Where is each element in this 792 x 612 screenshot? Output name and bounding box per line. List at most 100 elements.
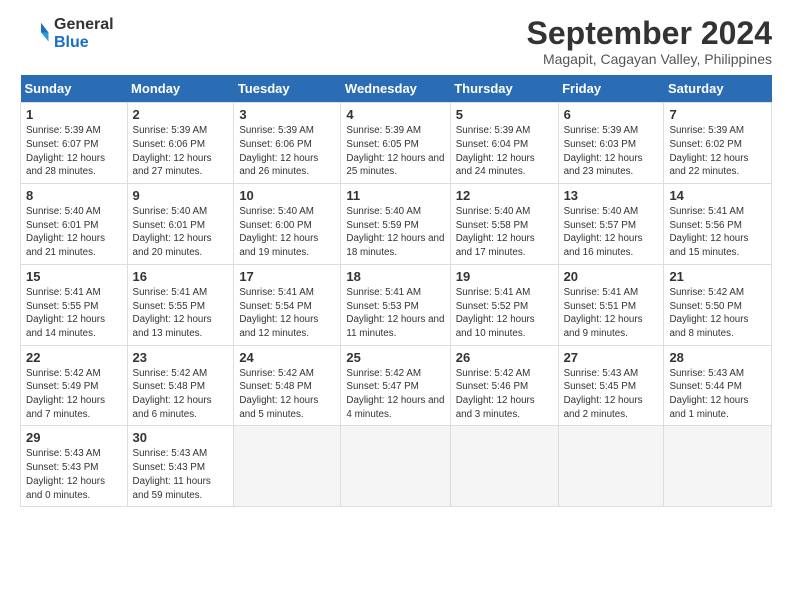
header-area: General Blue September 2024 Magapit, Cag… [20, 16, 772, 67]
day-cell-22: 22 Sunrise: 5:42 AMSunset: 5:49 PMDayligh… [21, 345, 128, 426]
day-number: 15 [26, 269, 122, 284]
day-detail: Sunrise: 5:43 AMSunset: 5:43 PMDaylight:… [133, 447, 229, 502]
header-monday: Monday [127, 75, 234, 103]
day-detail: Sunrise: 5:41 AMSunset: 5:54 PMDaylight:… [239, 286, 335, 341]
day-cell-8: 8 Sunrise: 5:40 AMSunset: 6:01 PMDaylight… [21, 184, 128, 265]
calendar-week-5: 29 Sunrise: 5:43 AMSunset: 5:43 PMDayligh… [21, 426, 772, 507]
day-detail: Sunrise: 5:39 AMSunset: 6:06 PMDaylight:… [239, 124, 335, 179]
header-sunday: Sunday [21, 75, 128, 103]
day-detail: Sunrise: 5:41 AMSunset: 5:53 PMDaylight:… [346, 286, 444, 341]
day-number: 13 [564, 188, 659, 203]
day-number: 5 [456, 107, 553, 122]
day-cell-15: 15 Sunrise: 5:41 AMSunset: 5:55 PMDayligh… [21, 264, 128, 345]
day-cell-11: 11 Sunrise: 5:40 AMSunset: 5:59 PMDayligh… [341, 184, 450, 265]
weekday-header-row: Sunday Monday Tuesday Wednesday Thursday… [21, 75, 772, 103]
day-number: 29 [26, 430, 122, 445]
day-detail: Sunrise: 5:39 AMSunset: 6:03 PMDaylight:… [564, 124, 659, 179]
day-detail: Sunrise: 5:41 AMSunset: 5:55 PMDaylight:… [133, 286, 229, 341]
day-cell-5: 5 Sunrise: 5:39 AMSunset: 6:04 PMDaylight… [450, 103, 558, 184]
month-title: September 2024 [527, 16, 772, 51]
day-detail: Sunrise: 5:40 AMSunset: 6:01 PMDaylight:… [26, 205, 122, 260]
calendar-week-3: 15 Sunrise: 5:41 AMSunset: 5:55 PMDayligh… [21, 264, 772, 345]
day-number: 30 [133, 430, 229, 445]
empty-cell [450, 426, 558, 507]
page: General Blue September 2024 Magapit, Cag… [0, 0, 792, 517]
day-cell-29: 29 Sunrise: 5:43 AMSunset: 5:43 PMDayligh… [21, 426, 128, 507]
empty-cell [234, 426, 341, 507]
day-detail: Sunrise: 5:39 AMSunset: 6:07 PMDaylight:… [26, 124, 122, 179]
day-number: 7 [669, 107, 766, 122]
header-tuesday: Tuesday [234, 75, 341, 103]
day-cell-6: 6 Sunrise: 5:39 AMSunset: 6:03 PMDaylight… [558, 103, 664, 184]
day-cell-7: 7 Sunrise: 5:39 AMSunset: 6:02 PMDaylight… [664, 103, 772, 184]
day-number: 25 [346, 350, 444, 365]
day-cell-18: 18 Sunrise: 5:41 AMSunset: 5:53 PMDayligh… [341, 264, 450, 345]
location-subtitle: Magapit, Cagayan Valley, Philippines [527, 51, 772, 67]
day-detail: Sunrise: 5:42 AMSunset: 5:46 PMDaylight:… [456, 367, 553, 422]
day-cell-25: 25Sunrise: 5:42 AMSunset: 5:47 PMDayligh… [341, 345, 450, 426]
day-detail: Sunrise: 5:42 AMSunset: 5:49 PMDaylight:… [26, 367, 122, 422]
day-cell-4: 4 Sunrise: 5:39 AMSunset: 6:05 PMDaylight… [341, 103, 450, 184]
day-number: 21 [669, 269, 766, 284]
day-detail: Sunrise: 5:40 AMSunset: 5:59 PMDaylight:… [346, 205, 444, 260]
day-detail: Sunrise: 5:39 AMSunset: 6:04 PMDaylight:… [456, 124, 553, 179]
day-cell-27: 27Sunrise: 5:43 AMSunset: 5:45 PMDayligh… [558, 345, 664, 426]
day-cell-16: 16 Sunrise: 5:41 AMSunset: 5:55 PMDayligh… [127, 264, 234, 345]
day-cell-2: 2 Sunrise: 5:39 AMSunset: 6:06 PMDaylight… [127, 103, 234, 184]
day-detail: Sunrise: 5:43 AMSunset: 5:45 PMDaylight:… [564, 367, 659, 422]
day-detail: Sunrise: 5:41 AMSunset: 5:51 PMDaylight:… [564, 286, 659, 341]
day-number: 17 [239, 269, 335, 284]
day-number: 1 [26, 107, 122, 122]
day-number: 12 [456, 188, 553, 203]
empty-cell [558, 426, 664, 507]
day-detail: Sunrise: 5:42 AMSunset: 5:50 PMDaylight:… [669, 286, 766, 341]
day-detail: Sunrise: 5:41 AMSunset: 5:56 PMDaylight:… [669, 205, 766, 260]
day-cell-19: 19 Sunrise: 5:41 AMSunset: 5:52 PMDayligh… [450, 264, 558, 345]
day-number: 19 [456, 269, 553, 284]
header-friday: Friday [558, 75, 664, 103]
header-thursday: Thursday [450, 75, 558, 103]
day-detail: Sunrise: 5:42 AMSunset: 5:48 PMDaylight:… [239, 367, 335, 422]
day-cell-1: 1 Sunrise: 5:39 AMSunset: 6:07 PMDaylight… [21, 103, 128, 184]
day-cell-12: 12Sunrise: 5:40 AMSunset: 5:58 PMDayligh… [450, 184, 558, 265]
day-cell-24: 24 Sunrise: 5:42 AMSunset: 5:48 PMDayligh… [234, 345, 341, 426]
day-number: 4 [346, 107, 444, 122]
day-cell-17: 17 Sunrise: 5:41 AMSunset: 5:54 PMDayligh… [234, 264, 341, 345]
day-detail: Sunrise: 5:41 AMSunset: 5:52 PMDaylight:… [456, 286, 553, 341]
day-number: 6 [564, 107, 659, 122]
day-detail: Sunrise: 5:40 AMSunset: 6:00 PMDaylight:… [239, 205, 335, 260]
day-number: 24 [239, 350, 335, 365]
day-number: 18 [346, 269, 444, 284]
day-detail: Sunrise: 5:39 AMSunset: 6:05 PMDaylight:… [346, 124, 444, 179]
day-number: 11 [346, 188, 444, 203]
day-cell-13: 13Sunrise: 5:40 AMSunset: 5:57 PMDayligh… [558, 184, 664, 265]
day-number: 2 [133, 107, 229, 122]
day-number: 22 [26, 350, 122, 365]
calendar-week-2: 8 Sunrise: 5:40 AMSunset: 6:01 PMDaylight… [21, 184, 772, 265]
day-number: 23 [133, 350, 229, 365]
logo: General Blue [20, 16, 114, 52]
header-wednesday: Wednesday [341, 75, 450, 103]
day-detail: Sunrise: 5:42 AMSunset: 5:48 PMDaylight:… [133, 367, 229, 422]
day-number: 14 [669, 188, 766, 203]
day-number: 28 [669, 350, 766, 365]
day-detail: Sunrise: 5:43 AMSunset: 5:43 PMDaylight:… [26, 447, 122, 502]
day-detail: Sunrise: 5:39 AMSunset: 6:02 PMDaylight:… [669, 124, 766, 179]
day-detail: Sunrise: 5:40 AMSunset: 6:01 PMDaylight:… [133, 205, 229, 260]
title-area: September 2024 Magapit, Cagayan Valley, … [527, 16, 772, 67]
day-detail: Sunrise: 5:39 AMSunset: 6:06 PMDaylight:… [133, 124, 229, 179]
day-number: 8 [26, 188, 122, 203]
day-cell-9: 9Sunrise: 5:40 AMSunset: 6:01 PMDaylight… [127, 184, 234, 265]
calendar-week-4: 22 Sunrise: 5:42 AMSunset: 5:49 PMDayligh… [21, 345, 772, 426]
header-saturday: Saturday [664, 75, 772, 103]
day-detail: Sunrise: 5:41 AMSunset: 5:55 PMDaylight:… [26, 286, 122, 341]
day-number: 20 [564, 269, 659, 284]
empty-cell [664, 426, 772, 507]
calendar-week-1: 1 Sunrise: 5:39 AMSunset: 6:07 PMDaylight… [21, 103, 772, 184]
day-cell-14: 14 Sunrise: 5:41 AMSunset: 5:56 PMDayligh… [664, 184, 772, 265]
day-cell-26: 26Sunrise: 5:42 AMSunset: 5:46 PMDayligh… [450, 345, 558, 426]
day-cell-28: 28Sunrise: 5:43 AMSunset: 5:44 PMDayligh… [664, 345, 772, 426]
calendar-table: Sunday Monday Tuesday Wednesday Thursday… [20, 75, 772, 507]
day-number: 16 [133, 269, 229, 284]
logo-icon [20, 19, 50, 49]
